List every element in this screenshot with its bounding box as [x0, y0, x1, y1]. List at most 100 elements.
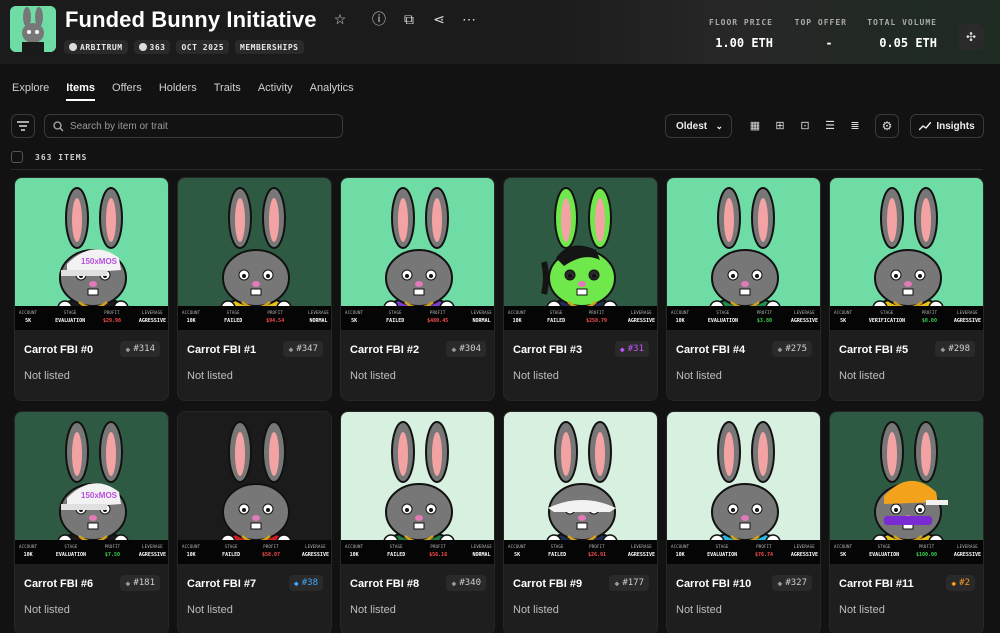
hud-stage: STAGE EVALUATION	[708, 310, 738, 330]
tab-activity[interactable]: Activity	[258, 82, 293, 101]
expand-icon[interactable]: ✣	[958, 24, 984, 50]
category-chip[interactable]: MEMBERSHIPS	[235, 40, 304, 54]
item-card[interactable]: ACCOUNT 10K STAGE FAILED PROFIT $94.54 LEVE…	[177, 177, 332, 401]
rarity-rank-badge: ◆ #314	[120, 341, 160, 357]
hud-label: LEVERAGE	[957, 544, 978, 549]
hud-label: PROFIT	[921, 310, 938, 315]
collection-tabs: Explore Items Offers Holders Traits Acti…	[12, 82, 371, 101]
hud-value: AGRESSIVE	[138, 552, 166, 558]
hud-account: ACCOUNT 5K	[834, 544, 852, 564]
hud-label: STAGE	[716, 310, 730, 315]
hud-value: 10K	[23, 552, 33, 558]
list-icon[interactable]: ☰	[819, 114, 841, 136]
item-stats-bar: ACCOUNT 10K STAGE FAILED PROFIT $56.16 LEVE…	[341, 540, 494, 564]
item-card[interactable]: ACCOUNT 10K STAGE FAILED PROFIT $58.07 LEVE…	[177, 411, 332, 633]
settings-button[interactable]: ⚙	[875, 114, 899, 138]
hud-value: NORMAL	[472, 318, 491, 324]
tab-traits[interactable]: Traits	[214, 82, 241, 101]
item-stats-bar: ACCOUNT 10K STAGE FAILED PROFIT $94.54 LEVE…	[178, 306, 331, 330]
chevron-down-icon: ⌄	[715, 120, 723, 131]
hud-label: LEVERAGE	[308, 310, 329, 315]
stat-value: 1.00 ETH	[715, 36, 773, 50]
grid-small-icon[interactable]: ⊡	[794, 114, 816, 136]
hud-stage: STAGE FAILED	[548, 544, 566, 564]
tab-items[interactable]: Items	[66, 82, 96, 101]
item-name: Carrot FBI #0	[24, 344, 94, 356]
hud-value: $100.00	[916, 552, 938, 558]
item-card[interactable]: ACCOUNT 5K STAGE FAILED PROFIT $480.45 LEVE…	[340, 177, 495, 401]
share-icon[interactable]: ⋖	[430, 10, 448, 28]
hud-leverage: LEVERAGE AGRESSIVE	[139, 544, 166, 564]
diamond-icon: ◆	[293, 578, 299, 588]
divider	[11, 169, 983, 170]
item-card[interactable]: ACCOUNT 10K STAGE FAILED PROFIT $56.16 LEVE…	[340, 411, 495, 633]
copy-icon[interactable]: ⧉	[400, 10, 418, 28]
item-name: Carrot FBI #1	[187, 344, 257, 356]
hud-label: LEVERAGE	[471, 544, 492, 549]
item-card[interactable]: 150xMOS ACCOUNT 10K STAGE EVALUATION PROFI…	[14, 411, 169, 633]
item-card[interactable]: ACCOUNT 10K STAGE EVALUATION PROFIT $3.80 L…	[666, 177, 821, 401]
listing-status: Not listed	[24, 370, 70, 382]
tab-offers[interactable]: Offers	[112, 82, 142, 101]
rarity-rank-badge: ◆ #177	[609, 575, 649, 591]
item-card[interactable]: ACCOUNT 5K STAGE FAILED PROFIT $26.91 LEVER…	[503, 411, 658, 633]
info-icon[interactable]: ⓘ	[370, 10, 388, 28]
hud-stage: STAGE EVALUATION	[869, 544, 899, 564]
rank-value: #314	[133, 344, 155, 354]
stat-label: TOP OFFER	[794, 18, 847, 27]
listing-status: Not listed	[839, 604, 885, 616]
item-stats-bar: ACCOUNT 10K STAGE FAILED PROFIT $258.79 LEV…	[504, 306, 657, 330]
item-name: Carrot FBI #2	[350, 344, 420, 356]
tab-analytics[interactable]: Analytics	[310, 82, 354, 101]
search-box[interactable]	[44, 114, 343, 138]
item-card[interactable]: 150xMOS ACCOUNT 5K STAGE EVALUATION PROFIT…	[14, 177, 169, 401]
tab-holders[interactable]: Holders	[159, 82, 197, 101]
hud-label: STAGE	[389, 544, 403, 549]
grid-large-icon[interactable]: ▦	[744, 114, 766, 136]
hud-value: FAILED	[387, 552, 406, 558]
rarity-rank-badge: ◆ #2	[946, 575, 975, 591]
item-card[interactable]: ACCOUNT 5K STAGE VERIFICATION PROFIT $0.00 …	[829, 177, 984, 401]
filter-button[interactable]	[11, 114, 35, 138]
search-input[interactable]	[70, 120, 330, 132]
hud-value: $7.50	[104, 552, 120, 558]
star-icon[interactable]: ☆	[331, 10, 349, 28]
hud-label: STAGE	[64, 544, 78, 549]
select-all-checkbox[interactable]	[11, 151, 23, 163]
item-card[interactable]: ACCOUNT 5K STAGE EVALUATION PROFIT $100.00 …	[829, 411, 984, 633]
hud-profit: PROFIT $26.91	[588, 544, 606, 564]
hud-label: LEVERAGE	[631, 310, 652, 315]
hud-stage: STAGE EVALUATION	[707, 544, 737, 564]
item-name: Carrot FBI #5	[839, 344, 909, 356]
chain-chip[interactable]: ARBITRUM	[64, 40, 128, 54]
more-icon[interactable]: ⋯	[460, 10, 478, 28]
hud-value: $29.98	[103, 318, 122, 324]
hud-value: 10K	[349, 552, 359, 558]
hud-label: LEVERAGE	[142, 544, 163, 549]
grid-medium-icon[interactable]: ⊞	[769, 114, 791, 136]
rarity-rank-badge: ◆ #31	[614, 341, 649, 357]
insights-button[interactable]: Insights	[910, 114, 984, 138]
hud-label: ACCOUNT	[834, 310, 853, 315]
hud-label: PROFIT	[589, 544, 605, 549]
hud-stage: STAGE FAILED	[222, 544, 240, 564]
hud-profit: PROFIT $94.54	[266, 310, 284, 330]
hud-label: ACCOUNT	[671, 544, 690, 549]
hud-label: LEVERAGE	[956, 310, 978, 315]
hud-value: 5K	[840, 552, 847, 558]
hud-label: LEVERAGE	[141, 310, 163, 315]
sort-dropdown[interactable]: Oldest ⌄	[665, 114, 732, 138]
rank-value: #340	[459, 578, 481, 588]
hud-stage: STAGE VERIFICATION	[869, 310, 905, 330]
item-card[interactable]: ACCOUNT 10K STAGE EVALUATION PROFIT $76.74 …	[666, 411, 821, 633]
gear-icon: ⚙	[881, 119, 893, 133]
listing-status: Not listed	[187, 604, 233, 616]
table-icon[interactable]: ≣	[844, 114, 866, 136]
rarity-rank-badge: ◆ #327	[772, 575, 812, 591]
hud-label: PROFIT	[104, 310, 120, 315]
hud-label: STAGE	[226, 310, 240, 315]
hud-value: $94.54	[266, 318, 285, 324]
item-card[interactable]: ACCOUNT 10K STAGE FAILED PROFIT $258.79 LEV…	[503, 177, 658, 401]
tab-explore[interactable]: Explore	[12, 82, 49, 101]
items-count-row: 363 ITEMS	[11, 151, 87, 163]
